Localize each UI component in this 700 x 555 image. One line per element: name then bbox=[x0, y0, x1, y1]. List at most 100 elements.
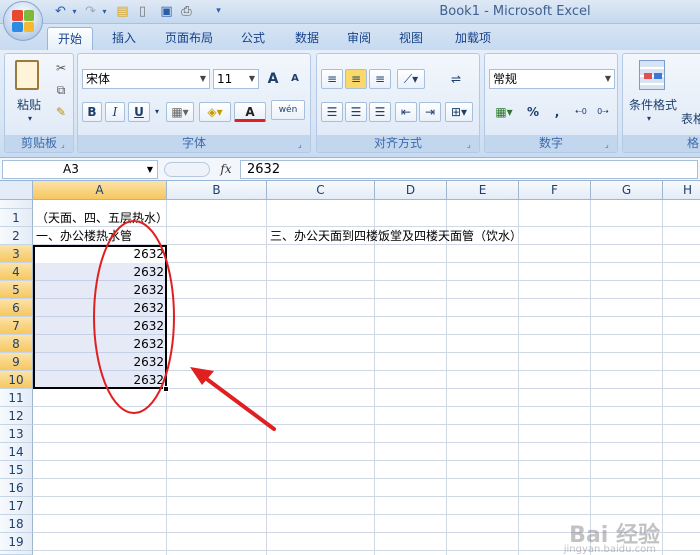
underline-dropdown-icon[interactable]: ▾ bbox=[152, 102, 162, 122]
cell-a2[interactable]: 一、办公楼热水管 bbox=[36, 227, 132, 245]
tab-page-layout[interactable]: 页面布局 bbox=[155, 27, 223, 50]
align-right-icon[interactable]: ☰ bbox=[369, 102, 391, 122]
row-header-20[interactable]: 20 bbox=[0, 551, 33, 555]
tab-addins[interactable]: 加载项 bbox=[444, 27, 502, 50]
cell-a6[interactable]: 2632 bbox=[33, 299, 167, 317]
cell-a5[interactable]: 2632 bbox=[33, 281, 167, 299]
cell-a1[interactable]: （天面、四、五层热水） bbox=[36, 209, 168, 227]
conditional-format-button[interactable]: 条件格式 bbox=[625, 96, 681, 113]
accounting-format-icon[interactable]: ▦▾ bbox=[489, 102, 519, 122]
column-header-b[interactable]: B bbox=[167, 181, 267, 200]
cell-a4[interactable]: 2632 bbox=[33, 263, 167, 281]
row-header-9[interactable]: 9 bbox=[0, 353, 33, 371]
align-top-icon[interactable]: ≡ bbox=[321, 69, 343, 89]
tab-data[interactable]: 数据 bbox=[284, 27, 330, 50]
column-header-e[interactable]: E bbox=[447, 181, 519, 200]
clipboard-launcher-icon[interactable]: ⌟ bbox=[61, 140, 70, 149]
format-painter-icon[interactable]: ✎ bbox=[51, 102, 71, 122]
row-header-15[interactable]: 15 bbox=[0, 461, 33, 479]
row-header-17[interactable]: 17 bbox=[0, 497, 33, 515]
watermark-url: jingyan.baidu.com bbox=[563, 544, 656, 555]
column-header-c[interactable]: C bbox=[267, 181, 375, 200]
format-as-table-button[interactable]: 表格 bbox=[681, 110, 700, 127]
row-header-11[interactable]: 11 bbox=[0, 389, 33, 407]
decrease-decimal-icon[interactable]: 0⇢ bbox=[593, 102, 613, 122]
tab-insert[interactable]: 插入 bbox=[103, 27, 145, 50]
chevron-down-icon[interactable]: ▼ bbox=[147, 161, 153, 178]
number-format-combo[interactable]: 常规 ▼ bbox=[489, 69, 615, 89]
insert-function-button[interactable]: fx bbox=[216, 160, 236, 179]
row-header-18[interactable]: 18 bbox=[0, 515, 33, 533]
paste-dropdown-icon[interactable]: ▾ bbox=[23, 114, 37, 123]
row-header-1[interactable]: 1 bbox=[0, 209, 33, 227]
shrink-font-button[interactable]: A bbox=[285, 69, 305, 89]
cell-a8[interactable]: 2632 bbox=[33, 335, 167, 353]
italic-button[interactable]: I bbox=[105, 102, 125, 122]
row-header-spacer bbox=[0, 200, 33, 209]
row-header-13[interactable]: 13 bbox=[0, 425, 33, 443]
fill-color-icon[interactable]: ◈▾ bbox=[199, 102, 231, 122]
column-header-h[interactable]: H bbox=[663, 181, 700, 200]
cell-a9[interactable]: 2632 bbox=[33, 353, 167, 371]
column-header-d[interactable]: D bbox=[375, 181, 447, 200]
paste-icon[interactable] bbox=[15, 60, 39, 90]
increase-indent-icon[interactable]: ⇥ bbox=[419, 102, 441, 122]
orientation-icon[interactable]: ⟋▾ bbox=[397, 69, 425, 89]
align-center-icon[interactable]: ☰ bbox=[345, 102, 367, 122]
row-header-2[interactable]: 2 bbox=[0, 227, 33, 245]
row-header-6[interactable]: 6 bbox=[0, 299, 33, 317]
align-bottom-icon[interactable]: ≡ bbox=[369, 69, 391, 89]
row-header-7[interactable]: 7 bbox=[0, 317, 33, 335]
decrease-indent-icon[interactable]: ⇤ bbox=[395, 102, 417, 122]
comma-button[interactable]: , bbox=[547, 102, 567, 122]
column-header-a[interactable]: A bbox=[33, 181, 167, 200]
number-launcher-icon[interactable]: ⌟ bbox=[605, 140, 614, 149]
row-header-8[interactable]: 8 bbox=[0, 335, 33, 353]
name-box[interactable]: A3 ▼ bbox=[2, 160, 158, 179]
row-header-5[interactable]: 5 bbox=[0, 281, 33, 299]
column-header-f[interactable]: F bbox=[519, 181, 591, 200]
select-all-corner[interactable] bbox=[0, 181, 33, 200]
cell-a3[interactable]: 2632 bbox=[33, 245, 167, 263]
row-header-19[interactable]: 19 bbox=[0, 533, 33, 551]
row-header-4[interactable]: 4 bbox=[0, 263, 33, 281]
tab-home[interactable]: 开始 bbox=[47, 27, 93, 50]
formula-bar-toggle[interactable] bbox=[164, 162, 210, 177]
cell-a7[interactable]: 2632 bbox=[33, 317, 167, 335]
formula-input[interactable]: 2632 bbox=[240, 160, 698, 179]
conditional-format-icon[interactable] bbox=[639, 60, 665, 90]
alignment-launcher-icon[interactable]: ⌟ bbox=[467, 140, 476, 149]
cell-c2[interactable]: 三、办公天面到四楼饭堂及四楼天面管（饮水） bbox=[270, 227, 522, 245]
percent-button[interactable]: % bbox=[523, 102, 543, 122]
font-name-combo[interactable]: 宋体 ▼ bbox=[82, 69, 210, 89]
cut-icon[interactable]: ✂ bbox=[51, 58, 71, 78]
font-size-combo[interactable]: 11 ▼ bbox=[213, 69, 259, 89]
office-button[interactable] bbox=[3, 1, 43, 41]
align-left-icon[interactable]: ☰ bbox=[321, 102, 343, 122]
borders-icon[interactable]: ▦▾ bbox=[166, 102, 194, 122]
underline-button[interactable]: U bbox=[128, 102, 150, 122]
font-color-button[interactable]: A bbox=[234, 102, 266, 122]
row-gridline bbox=[33, 496, 700, 497]
cell-a10[interactable]: 2632 bbox=[33, 371, 167, 389]
row-header-10[interactable]: 10 bbox=[0, 371, 33, 389]
conditional-dropdown-icon[interactable]: ▾ bbox=[639, 114, 659, 123]
increase-decimal-icon[interactable]: ⇠0 bbox=[571, 102, 591, 122]
align-middle-icon[interactable]: ≡ bbox=[345, 69, 367, 89]
copy-icon[interactable]: ⧉ bbox=[51, 80, 71, 100]
grow-font-button[interactable]: A bbox=[263, 69, 283, 89]
row-header-12[interactable]: 12 bbox=[0, 407, 33, 425]
tab-review[interactable]: 审阅 bbox=[338, 27, 380, 50]
column-header-g[interactable]: G bbox=[591, 181, 663, 200]
wrap-text-icon[interactable]: ⇌ bbox=[445, 69, 467, 89]
tab-view[interactable]: 视图 bbox=[390, 27, 432, 50]
paste-button[interactable]: 粘贴 bbox=[11, 96, 47, 113]
phonetic-guide-button[interactable]: wén bbox=[271, 100, 305, 120]
row-header-3[interactable]: 3 bbox=[0, 245, 33, 263]
row-header-16[interactable]: 16 bbox=[0, 479, 33, 497]
font-launcher-icon[interactable]: ⌟ bbox=[298, 140, 307, 149]
merge-center-icon[interactable]: ⊞▾ bbox=[445, 102, 473, 122]
bold-button[interactable]: B bbox=[82, 102, 102, 122]
tab-formulas[interactable]: 公式 bbox=[232, 27, 274, 50]
row-header-14[interactable]: 14 bbox=[0, 443, 33, 461]
